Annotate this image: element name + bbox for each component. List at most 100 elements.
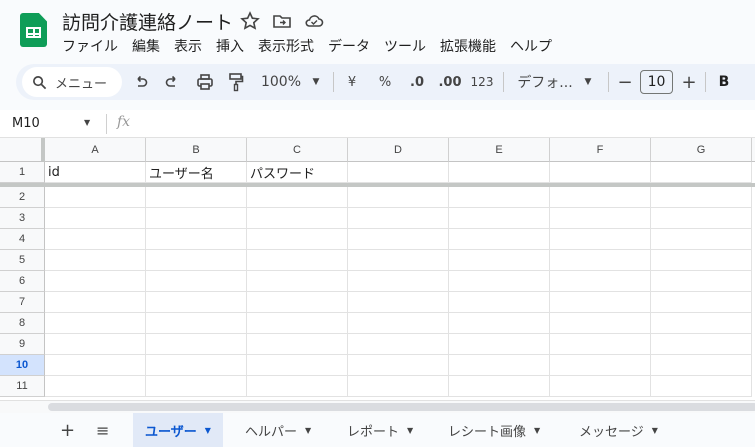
cell-A7[interactable]	[45, 292, 146, 313]
cell-B1[interactable]: ユーザー名	[146, 162, 247, 183]
cell-B4[interactable]	[146, 229, 247, 250]
row-header-1[interactable]: 1	[0, 162, 45, 183]
cell-D10[interactable]	[348, 355, 449, 376]
cell-E4[interactable]	[449, 229, 550, 250]
row-header-8[interactable]: 8	[0, 313, 45, 334]
row-header-9[interactable]: 9	[0, 334, 45, 355]
chevron-down-icon[interactable]: ▼	[534, 426, 540, 435]
cell-D1[interactable]	[348, 162, 449, 183]
paint-format-icon[interactable]	[228, 72, 244, 92]
cell-F4[interactable]	[550, 229, 651, 250]
cell-C3[interactable]	[247, 208, 348, 229]
cell-B11[interactable]	[146, 376, 247, 397]
cell-A9[interactable]	[45, 334, 146, 355]
frozen-row-divider[interactable]	[0, 183, 755, 187]
cell-E5[interactable]	[449, 250, 550, 271]
print-icon[interactable]	[196, 73, 214, 91]
menu-format[interactable]: 表示形式	[258, 36, 314, 56]
chevron-down-icon[interactable]: ▼	[652, 426, 658, 435]
cell-C4[interactable]	[247, 229, 348, 250]
bold-button[interactable]: B	[715, 72, 733, 92]
increase-font-size-button[interactable]: +	[680, 72, 698, 93]
cell-E7[interactable]	[449, 292, 550, 313]
cell-F2[interactable]	[550, 187, 651, 208]
cell-D7[interactable]	[348, 292, 449, 313]
cell-G3[interactable]	[651, 208, 752, 229]
cell-F1[interactable]	[550, 162, 651, 183]
menu-tools[interactable]: ツール	[384, 36, 426, 56]
cell-A5[interactable]	[45, 250, 146, 271]
formula-input[interactable]	[145, 112, 745, 136]
cell-D3[interactable]	[348, 208, 449, 229]
cell-A6[interactable]	[45, 271, 146, 292]
chevron-down-icon[interactable]: ▼	[305, 426, 311, 435]
cell-E3[interactable]	[449, 208, 550, 229]
cell-E2[interactable]	[449, 187, 550, 208]
undo-icon[interactable]	[133, 74, 149, 90]
sheet-tab[interactable]: レシート画像 ▼	[436, 413, 552, 447]
cell-C1[interactable]: パスワード	[247, 162, 348, 183]
cell-C2[interactable]	[247, 187, 348, 208]
cell-B8[interactable]	[146, 313, 247, 334]
scrollbar-thumb[interactable]	[48, 403, 755, 411]
column-header-E[interactable]: E	[449, 138, 550, 162]
menu-help[interactable]: ヘルプ	[510, 36, 552, 56]
cell-F7[interactable]	[550, 292, 651, 313]
menu-view[interactable]: 表示	[174, 36, 202, 56]
cell-C11[interactable]	[247, 376, 348, 397]
cell-D11[interactable]	[348, 376, 449, 397]
column-header-A[interactable]: A	[45, 138, 146, 162]
cell-C5[interactable]	[247, 250, 348, 271]
cell-B10[interactable]	[146, 355, 247, 376]
cell-E8[interactable]	[449, 313, 550, 334]
cell-B3[interactable]	[146, 208, 247, 229]
sheet-tab[interactable]: ユーザー ▼	[133, 413, 223, 447]
column-header-D[interactable]: D	[348, 138, 449, 162]
row-header-7[interactable]: 7	[0, 292, 45, 313]
document-title[interactable]: 訪問介護連絡ノート	[62, 8, 233, 35]
cell-G5[interactable]	[651, 250, 752, 271]
cell-E9[interactable]	[449, 334, 550, 355]
star-icon[interactable]	[240, 11, 260, 31]
redo-icon[interactable]	[164, 74, 180, 90]
all-sheets-button[interactable]: ≡	[84, 413, 121, 447]
name-box[interactable]: M10	[12, 116, 40, 131]
column-header-C[interactable]: C	[247, 138, 348, 162]
cell-E10[interactable]	[449, 355, 550, 376]
move-folder-icon[interactable]	[272, 11, 292, 31]
menu-insert[interactable]: 挿入	[216, 36, 244, 56]
cell-A8[interactable]	[45, 313, 146, 334]
menu-data[interactable]: データ	[328, 36, 370, 56]
cell-F9[interactable]	[550, 334, 651, 355]
row-header-4[interactable]: 4	[0, 229, 45, 250]
cell-C8[interactable]	[247, 313, 348, 334]
cell-D8[interactable]	[348, 313, 449, 334]
add-sheet-button[interactable]: +	[48, 413, 87, 447]
cell-F3[interactable]	[550, 208, 651, 229]
menu-extensions[interactable]: 拡張機能	[440, 36, 496, 56]
cell-F10[interactable]	[550, 355, 651, 376]
chevron-down-icon[interactable]: ▼	[407, 426, 413, 435]
cell-B7[interactable]	[146, 292, 247, 313]
cell-C7[interactable]	[247, 292, 348, 313]
cell-C9[interactable]	[247, 334, 348, 355]
cell-G10[interactable]	[651, 355, 752, 376]
decrease-font-size-button[interactable]: −	[616, 72, 634, 93]
row-header-2[interactable]: 2	[0, 187, 45, 208]
zoom-dropdown-icon[interactable]: ▼	[310, 72, 322, 92]
sheet-tab[interactable]: レポート ▼	[335, 413, 425, 447]
cell-A10[interactable]	[45, 355, 146, 376]
cell-G11[interactable]	[651, 376, 752, 397]
cell-F11[interactable]	[550, 376, 651, 397]
sheet-tab[interactable]: メッセージ ▼	[567, 413, 670, 447]
cell-B5[interactable]	[146, 250, 247, 271]
cell-G9[interactable]	[651, 334, 752, 355]
cell-D2[interactable]	[348, 187, 449, 208]
zoom-select[interactable]: 100%	[258, 72, 304, 92]
font-dropdown-icon[interactable]: ▼	[582, 72, 594, 92]
decrease-decimal-button[interactable]: .0	[406, 72, 428, 92]
cell-C6[interactable]	[247, 271, 348, 292]
percent-button[interactable]: %	[376, 72, 394, 92]
currency-button[interactable]: ¥	[343, 72, 361, 92]
cell-A4[interactable]	[45, 229, 146, 250]
